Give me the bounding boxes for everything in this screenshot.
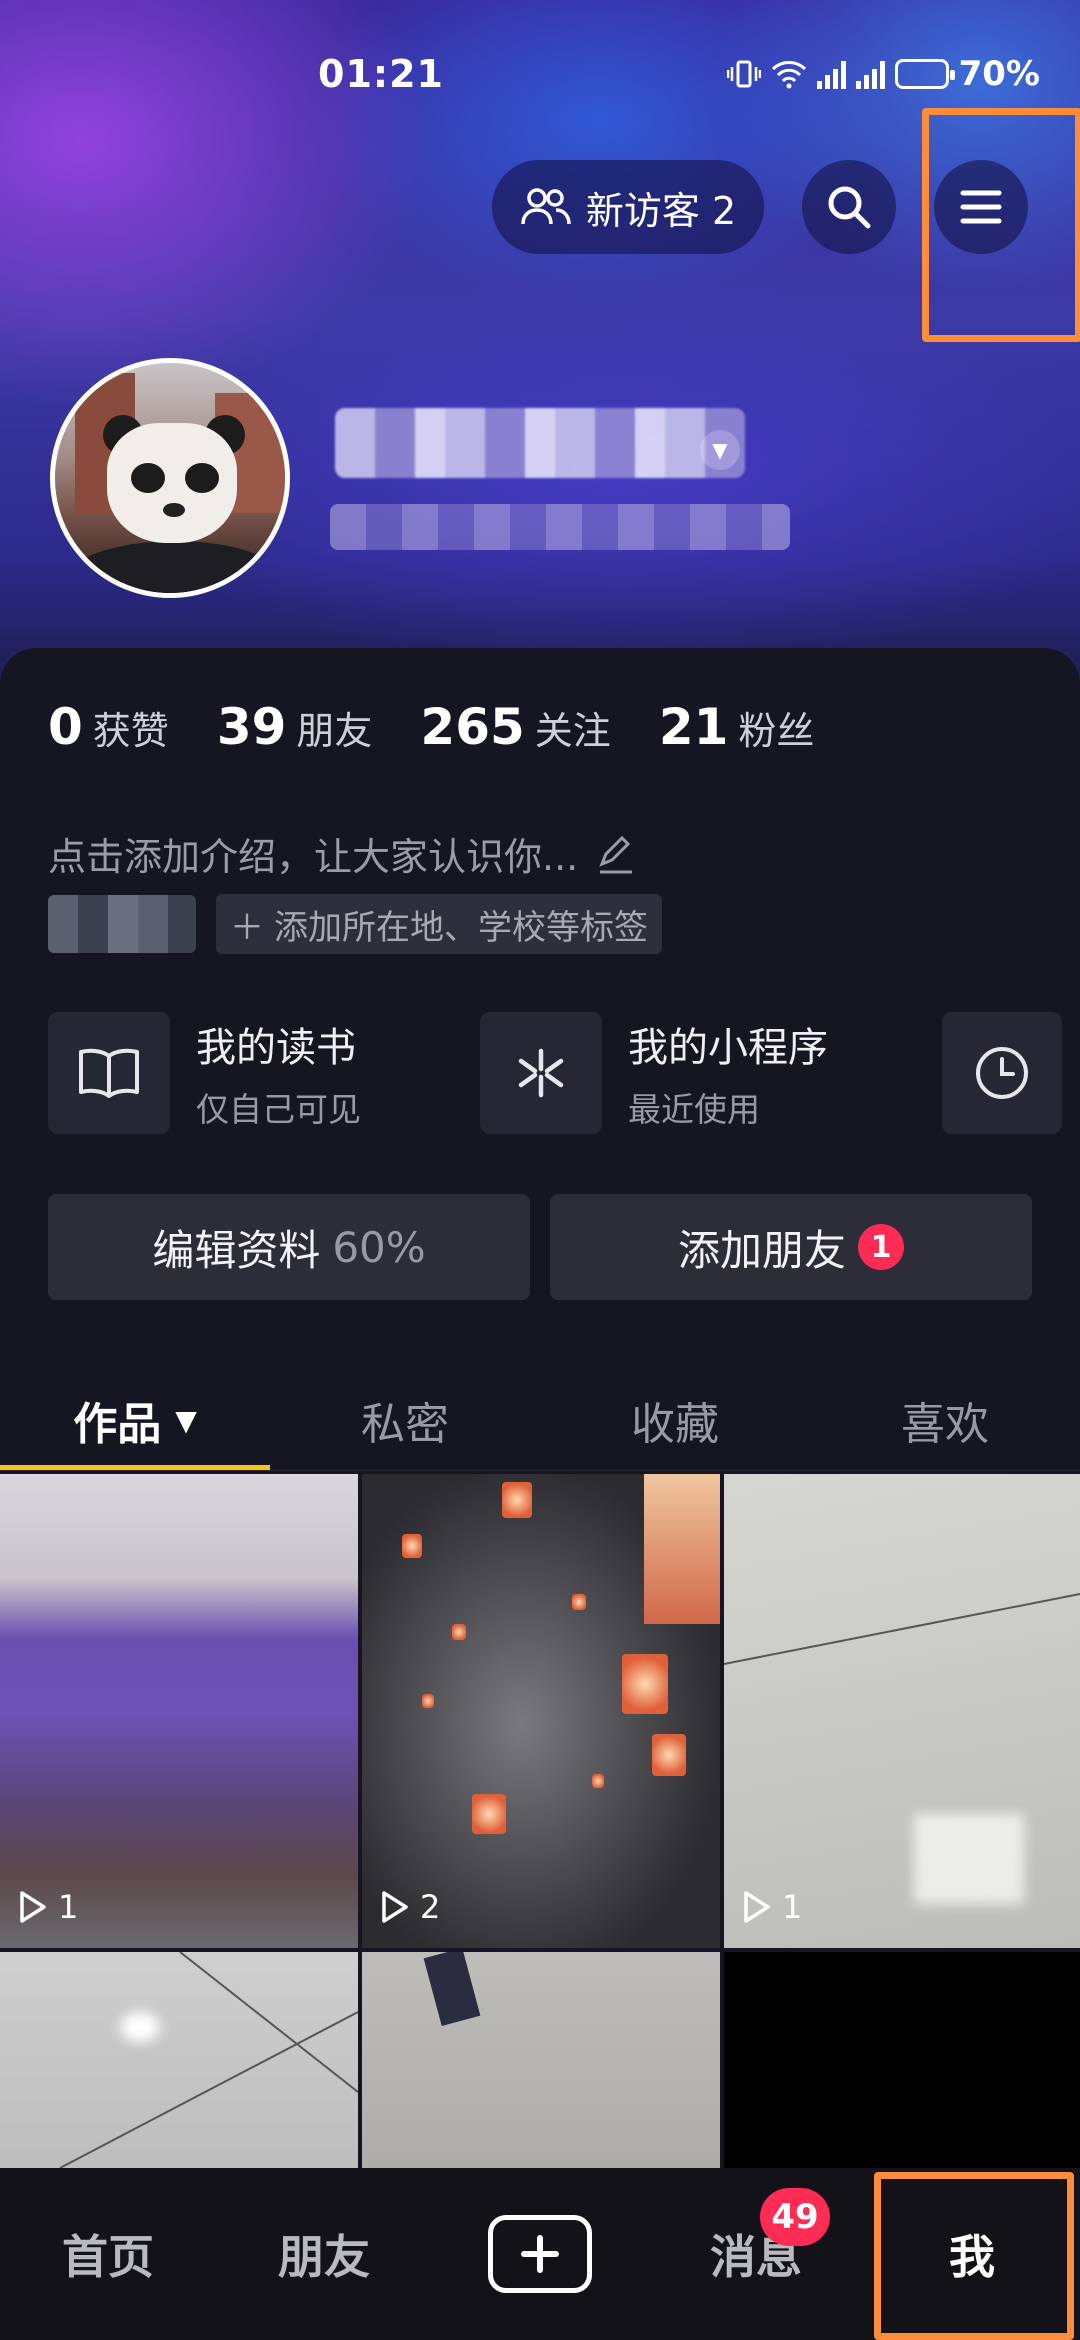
stat-followers-label: 粉丝 <box>738 709 815 753</box>
play-icon <box>744 1891 770 1923</box>
stat-following[interactable]: 265 关注 <box>420 698 610 756</box>
bio-prompt[interactable]: 点击添加介绍，让大家认识你... <box>48 826 638 881</box>
feature-reading[interactable]: 我的读书 仅自己可见 <box>48 1012 361 1134</box>
tab-favorites[interactable]: 收藏 <box>540 1370 810 1470</box>
status-time: 01:21 <box>318 52 444 96</box>
stat-followers-count: 21 <box>658 698 729 756</box>
users-icon <box>521 188 571 225</box>
tab-private-label: 私密 <box>361 1399 449 1450</box>
messages-badge: 49 <box>760 2188 830 2246</box>
add-tag-button[interactable]: ＋ 添加所在地、学校等标签 <box>216 894 662 954</box>
play-count-value: 1 <box>58 1888 79 1926</box>
feature-reading-subtitle: 仅自己可见 <box>196 1090 361 1129</box>
tabs-divider <box>0 1470 1080 1471</box>
play-icon <box>382 1891 408 1923</box>
username-blurred[interactable] <box>335 408 745 478</box>
me-highlight-box <box>874 2172 1074 2340</box>
content-tabs: 作品 ▼ 私密 收藏 喜欢 <box>0 1370 1080 1470</box>
nav-friends[interactable]: 朋友 <box>216 2168 432 2340</box>
video-thumbnail[interactable] <box>724 1952 1080 2168</box>
signal-2-icon <box>855 59 885 89</box>
nav-friends-label: 朋友 <box>278 2230 370 2284</box>
feature-history[interactable] <box>942 1012 1062 1134</box>
douyin-id-blurred <box>330 504 790 550</box>
search-button[interactable] <box>802 160 896 254</box>
search-icon <box>828 186 871 229</box>
stat-likes-label: 获赞 <box>92 709 169 753</box>
play-icon <box>20 1891 46 1923</box>
stat-following-label: 关注 <box>534 709 611 753</box>
tab-private[interactable]: 私密 <box>270 1370 540 1470</box>
video-thumbnail[interactable]: 1 <box>724 1474 1080 1948</box>
stat-friends[interactable]: 39 朋友 <box>217 698 373 756</box>
play-count: 2 <box>380 1888 440 1926</box>
edit-profile-button[interactable]: 编辑资料 60% <box>48 1194 530 1300</box>
nav-home-label: 首页 <box>62 2230 154 2284</box>
vibrate-icon <box>726 60 761 88</box>
play-count: 1 <box>18 1888 78 1926</box>
caret-down-icon: ▼ <box>175 1403 197 1437</box>
stat-likes-count: 0 <box>48 698 83 756</box>
stat-followers[interactable]: 21 粉丝 <box>659 698 815 756</box>
wifi-icon <box>771 61 806 89</box>
video-grid: 1 2 1 <box>0 1474 1080 2168</box>
status-icons: 70% <box>726 54 1040 94</box>
clock-icon <box>942 1012 1062 1134</box>
play-count: 1 <box>742 1888 802 1926</box>
new-visitors-button[interactable]: 新访客 2 <box>492 160 764 254</box>
battery-icon <box>894 59 955 89</box>
account-switch-caret-icon[interactable]: ▼ <box>700 430 740 470</box>
new-visitors-label: 新访客 2 <box>585 188 737 233</box>
stat-likes[interactable]: 0 获赞 <box>48 698 169 756</box>
play-count-value: 2 <box>420 1888 441 1926</box>
feature-mini-programs-title: 我的小程序 <box>628 1025 828 1071</box>
tab-favorites-label: 收藏 <box>631 1399 719 1450</box>
edit-profile-progress: 60% <box>332 1222 426 1272</box>
feature-reading-title: 我的读书 <box>196 1025 356 1071</box>
edit-pencil-icon <box>599 835 633 873</box>
nav-home[interactable]: 首页 <box>0 2168 216 2340</box>
video-thumbnail[interactable]: 2 <box>362 1474 720 1948</box>
nav-messages[interactable]: 消息 49 <box>648 2168 864 2340</box>
add-friend-label: 添加朋友 <box>677 1225 846 1275</box>
tab-works-label: 作品 <box>73 1399 162 1450</box>
video-thumbnail[interactable]: 1 <box>0 1474 358 1948</box>
tab-works[interactable]: 作品 ▼ <box>0 1370 270 1470</box>
nav-create[interactable] <box>432 2168 648 2340</box>
status-bar: 01:21 70% <box>0 40 1080 120</box>
stat-following-count: 265 <box>420 698 525 756</box>
plus-icon: ＋ <box>230 907 264 948</box>
mini-program-icon <box>480 1012 602 1134</box>
avatar[interactable] <box>50 358 290 598</box>
edit-profile-label: 编辑资料 <box>152 1225 321 1275</box>
stat-friends-count: 39 <box>216 698 287 756</box>
menu-highlight-box <box>922 108 1080 342</box>
create-plus-icon <box>488 2215 592 2293</box>
video-thumbnail[interactable] <box>0 1952 358 2168</box>
battery-percent: 70% <box>958 54 1040 94</box>
tag-blurred <box>48 895 196 953</box>
profile-stats: 0 获赞 39 朋友 265 关注 21 粉丝 <box>48 698 814 756</box>
add-friend-badge: 1 <box>858 1224 904 1270</box>
feature-mini-programs[interactable]: 我的小程序 最近使用 <box>480 1012 828 1134</box>
book-icon <box>48 1012 170 1134</box>
feature-mini-programs-subtitle: 最近使用 <box>628 1090 760 1129</box>
stat-friends-label: 朋友 <box>296 709 373 753</box>
add-tag-label: 添加所在地、学校等标签 <box>274 907 648 948</box>
signal-1-icon <box>816 59 846 89</box>
add-friend-button[interactable]: 添加朋友 1 <box>550 1194 1032 1300</box>
video-thumbnail[interactable] <box>362 1952 720 2168</box>
bio-text: 点击添加介绍，让大家认识你... <box>48 835 579 879</box>
tab-likes[interactable]: 喜欢 <box>810 1370 1080 1470</box>
tab-likes-label: 喜欢 <box>901 1399 989 1450</box>
play-count-value: 1 <box>782 1888 803 1926</box>
